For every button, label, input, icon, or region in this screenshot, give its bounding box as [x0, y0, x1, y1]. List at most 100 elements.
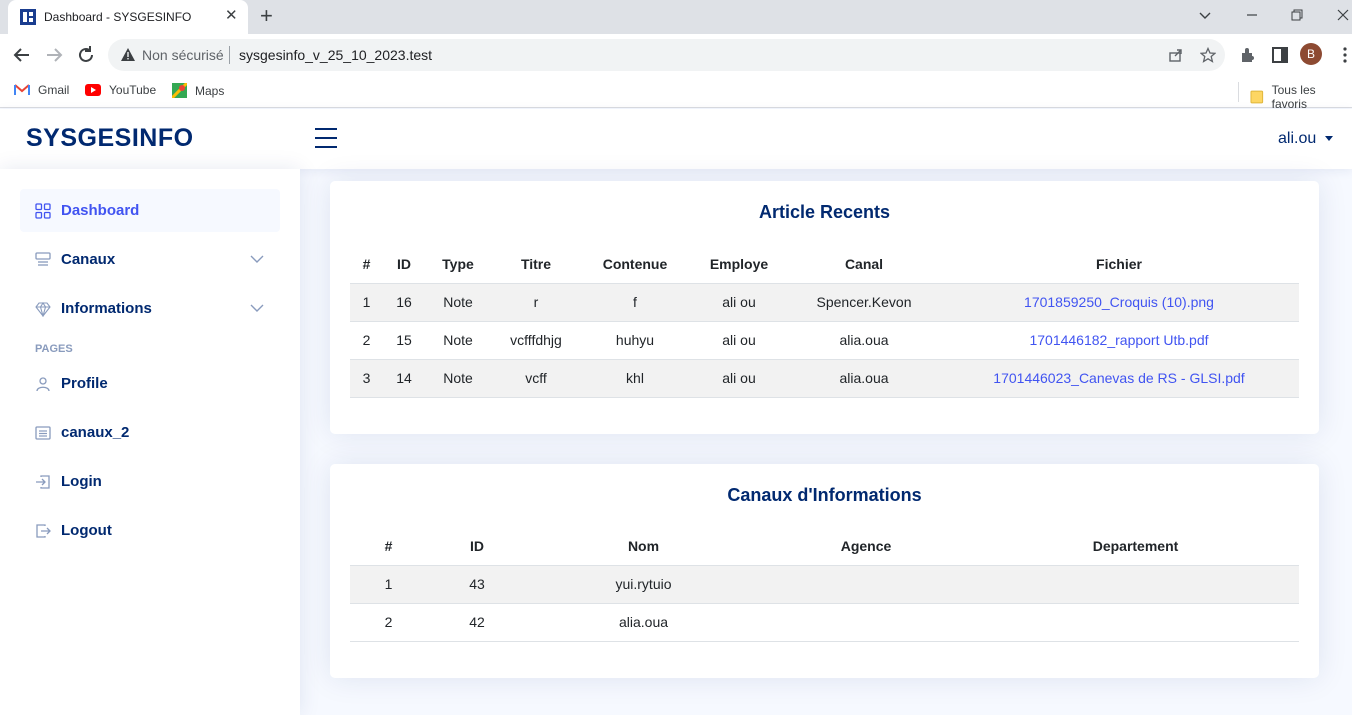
- table-cell: 42: [427, 603, 527, 642]
- maps-icon: [172, 83, 187, 98]
- chevron-down-icon[interactable]: [250, 301, 264, 315]
- user-menu[interactable]: ali.ou: [1278, 130, 1316, 148]
- security-status[interactable]: Non sécurisé: [142, 47, 224, 63]
- folder-icon: [1250, 90, 1264, 104]
- table-cell: 1701446023_Canevas de RS - GLSI.pdf: [939, 359, 1299, 398]
- sidebar-item-label: canaux_2: [61, 424, 130, 441]
- column-header: Departement: [972, 527, 1299, 566]
- all-bookmarks[interactable]: Tous les favoris: [1250, 83, 1352, 111]
- forward-arrow-icon[interactable]: [43, 44, 65, 66]
- sidebar: Dashboard Canaux Informations PAGES Prof…: [0, 169, 300, 715]
- file-link[interactable]: 1701446182_rapport Utb.pdf: [1029, 332, 1208, 348]
- column-header: ID: [427, 527, 527, 566]
- table-cell: [972, 603, 1299, 642]
- toggle-sidebar-icon[interactable]: [315, 128, 337, 148]
- person-icon: [36, 376, 50, 391]
- box-arrow-in-right-icon: [36, 474, 50, 489]
- table-cell: 14: [383, 359, 425, 398]
- close-window-icon[interactable]: [1336, 8, 1350, 22]
- table-cell: r: [491, 283, 581, 322]
- box-arrow-right-icon: [36, 523, 51, 538]
- table-row: 2 15 Note vcfffdhjg huhyu ali ou alia.ou…: [350, 321, 1299, 360]
- file-link[interactable]: 1701446023_Canevas de RS - GLSI.pdf: [993, 370, 1244, 386]
- chevron-down-icon[interactable]: [250, 252, 264, 266]
- menu-dots-icon[interactable]: [1335, 45, 1352, 65]
- bookmark-label: YouTube: [109, 83, 157, 97]
- warning-icon[interactable]: [120, 47, 136, 63]
- browser-toolbar: Non sécurisé sysgesinfo_v_25_10_2023.tes…: [0, 34, 1352, 76]
- sidebar-item-dashboard[interactable]: Dashboard: [20, 189, 280, 232]
- minimize-icon[interactable]: [1245, 8, 1259, 22]
- table-cell: huhyu: [581, 321, 689, 360]
- column-header: Employe: [689, 245, 789, 284]
- table-cell: alia.oua: [527, 603, 760, 642]
- grid-icon: [35, 202, 51, 219]
- url-text[interactable]: sysgesinfo_v_25_10_2023.test: [239, 47, 432, 63]
- chevron-down-icon[interactable]: [1198, 8, 1212, 22]
- bookmark-label: Gmail: [38, 83, 70, 97]
- column-header: Fichier: [939, 245, 1299, 284]
- table-header-row: # ID Nom Agence Departement: [350, 527, 1299, 566]
- sidebar-item-profile[interactable]: Profile: [20, 362, 280, 405]
- tab-title: Dashboard - SYSGESINFO: [44, 10, 192, 24]
- star-icon[interactable]: [1200, 47, 1216, 63]
- close-tab-icon[interactable]: ✕: [225, 8, 238, 24]
- card-title: Canaux d'Informations: [727, 485, 922, 505]
- browser-tab[interactable]: Dashboard - SYSGESINFO ✕: [8, 0, 248, 34]
- restore-icon[interactable]: [1290, 8, 1304, 22]
- back-arrow-icon[interactable]: [11, 44, 33, 66]
- caret-down-icon[interactable]: [1325, 136, 1333, 141]
- table-cell: 43: [427, 565, 527, 604]
- gmail-icon: [14, 84, 30, 95]
- table-row: 3 14 Note vcff khl ali ou alia.oua 17014…: [350, 359, 1299, 398]
- card-title: Article Recents: [758, 202, 891, 222]
- table-cell: 1: [350, 283, 383, 322]
- site-favicon-icon: [20, 9, 36, 25]
- table-cell: Note: [425, 359, 491, 398]
- bookmark-maps[interactable]: Maps: [172, 83, 224, 98]
- table-cell: [760, 565, 972, 604]
- bookmarks-divider: [1238, 82, 1239, 102]
- table-cell: alia.oua: [789, 359, 939, 398]
- sidebar-item-logout[interactable]: Logout: [20, 509, 280, 552]
- profile-avatar[interactable]: B: [1300, 43, 1322, 65]
- column-header: #: [350, 245, 383, 284]
- sidebar-item-informations[interactable]: Informations: [20, 287, 280, 330]
- table-cell: vcff: [491, 359, 581, 398]
- table-header-row: # ID Type Titre Contenue Employe Canal F…: [350, 245, 1299, 284]
- column-header: Canal: [789, 245, 939, 284]
- reload-icon[interactable]: [75, 44, 97, 66]
- bookmark-gmail[interactable]: Gmail: [14, 83, 69, 97]
- sidebar-item-canaux[interactable]: Canaux: [20, 238, 280, 281]
- table-cell: 1: [350, 565, 427, 604]
- table-cell: khl: [581, 359, 689, 398]
- column-header: Titre: [491, 245, 581, 284]
- table-cell: Spencer.Kevon: [789, 283, 939, 322]
- extensions-icon[interactable]: [1238, 45, 1258, 65]
- column-header: Agence: [760, 527, 972, 566]
- side-panel-icon[interactable]: [1270, 45, 1290, 65]
- table-row: 1 16 Note r f ali ou Spencer.Kevon 17018…: [350, 283, 1299, 322]
- table-row: 1 43 yui.rytuio: [350, 565, 1299, 604]
- table-cell: 15: [383, 321, 425, 360]
- table-cell: 16: [383, 283, 425, 322]
- sidebar-item-canaux-2[interactable]: canaux_2: [20, 411, 280, 454]
- app-logo[interactable]: SYSGESINFO: [26, 124, 194, 153]
- recent-articles-card: Article Recents # ID Type Titre Contenue…: [330, 181, 1319, 434]
- column-header: Nom: [527, 527, 760, 566]
- column-header: ID: [383, 245, 425, 284]
- all-bookmarks-label: Tous les favoris: [1271, 83, 1316, 111]
- sidebar-item-login[interactable]: Login: [20, 460, 280, 503]
- table-cell: Note: [425, 283, 491, 322]
- column-header: Type: [425, 245, 491, 284]
- new-tab-icon[interactable]: +: [260, 5, 273, 27]
- sidebar-item-label: Logout: [61, 522, 112, 539]
- share-icon[interactable]: [1168, 47, 1184, 63]
- browser-tab-bar: Dashboard - SYSGESINFO ✕ +: [0, 0, 1352, 34]
- bookmarks-bar: Gmail YouTube Maps Tous les favoris: [0, 76, 1352, 111]
- table-cell: ali ou: [689, 359, 789, 398]
- address-bar[interactable]: Non sécurisé sysgesinfo_v_25_10_2023.tes…: [108, 39, 1225, 71]
- bookmark-youtube[interactable]: YouTube: [85, 83, 156, 97]
- gem-icon: [35, 301, 51, 317]
- file-link[interactable]: 1701859250_Croquis (10).png: [1024, 294, 1214, 310]
